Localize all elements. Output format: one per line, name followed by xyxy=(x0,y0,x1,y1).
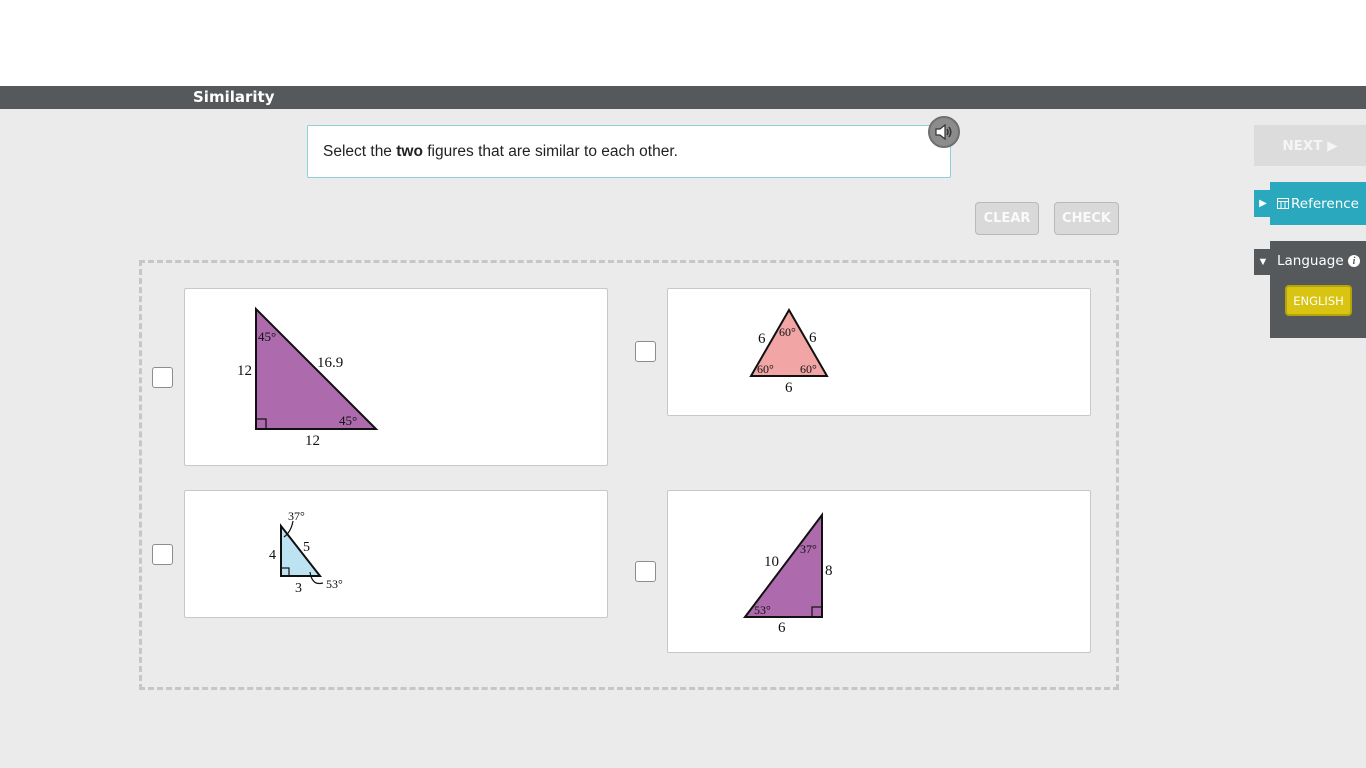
figure-d-angle-top: 37° xyxy=(800,542,817,556)
figure-a-checkbox[interactable] xyxy=(152,367,173,388)
figure-d-side-hyp: 10 xyxy=(764,554,779,570)
figure-a-side-left: 12 xyxy=(237,363,252,379)
figure-a-card[interactable]: 45° 45° 12 16.9 12 xyxy=(184,288,608,466)
calculator-icon xyxy=(1277,198,1289,209)
reference-label: Reference xyxy=(1291,195,1359,212)
figure-d-checkbox[interactable] xyxy=(635,561,656,582)
figure-a-angle-top: 45° xyxy=(258,329,276,344)
language-panel: Language i ENGLISH xyxy=(1270,241,1366,338)
question-text: Select the two figures that are similar … xyxy=(323,143,678,161)
play-triangle-icon: ▶ xyxy=(1259,198,1267,209)
audio-button[interactable] xyxy=(928,116,960,148)
title-bar: Similarity xyxy=(0,86,1366,109)
prompt-emphasis: two xyxy=(396,143,423,160)
figure-a-side-hyp: 16.9 xyxy=(317,355,343,371)
figure-b-angle-top: 60° xyxy=(779,325,796,339)
figure-c-checkbox[interactable] xyxy=(152,544,173,565)
triangle-down-icon: ▼ xyxy=(1257,256,1269,268)
figure-b-side-left: 6 xyxy=(758,331,766,347)
figure-c-triangle: 37° 53° 4 5 3 xyxy=(269,509,343,596)
figure-a-side-bottom: 12 xyxy=(305,433,320,449)
speaker-icon xyxy=(935,124,952,140)
figure-c-angle-top: 37° xyxy=(288,509,305,523)
clear-button[interactable]: CLEAR xyxy=(975,202,1039,235)
figure-c-angle-right: 53° xyxy=(326,577,343,591)
figure-c-card[interactable]: 37° 53° 4 5 3 xyxy=(184,490,608,618)
figure-b-angle-left: 60° xyxy=(757,362,774,376)
figure-d-angle-left: 53° xyxy=(754,603,771,617)
prompt-text-end: figures that are similar to each other. xyxy=(422,143,678,160)
figure-d-side-right: 8 xyxy=(825,563,833,579)
figure-d-triangle: 37° 53° 10 8 6 xyxy=(742,512,833,636)
next-button[interactable]: NEXT ▶ xyxy=(1254,125,1366,166)
question-prompt: Select the two figures that are similar … xyxy=(307,125,951,178)
language-label: Language xyxy=(1277,253,1344,269)
figure-d-card[interactable]: 37° 53° 10 8 6 xyxy=(667,490,1091,653)
reference-button[interactable]: Reference xyxy=(1270,182,1366,225)
language-english-button[interactable]: ENGLISH xyxy=(1285,285,1352,316)
figure-a-shape xyxy=(255,306,379,430)
check-button[interactable]: CHECK xyxy=(1054,202,1119,235)
figure-b-side-bottom: 6 xyxy=(785,380,793,396)
info-icon[interactable]: i xyxy=(1348,255,1360,267)
figure-b-card[interactable]: 60° 60° 60° 6 6 6 xyxy=(667,288,1091,416)
figure-c-side-left: 4 xyxy=(269,548,276,563)
top-banner xyxy=(0,0,1366,86)
prompt-text-start: Select the xyxy=(323,143,397,160)
figure-b-side-right: 6 xyxy=(809,330,817,346)
figure-d-shape xyxy=(742,512,823,618)
page-title: Similarity xyxy=(193,88,275,106)
figure-b-triangle: 60° 60° 60° 6 6 6 xyxy=(749,307,829,396)
figure-a-angle-right: 45° xyxy=(339,413,357,428)
figure-b-checkbox[interactable] xyxy=(635,341,656,362)
figure-b-angle-right: 60° xyxy=(800,362,817,376)
figure-c-side-hyp: 5 xyxy=(303,540,310,555)
figure-c-side-bottom: 3 xyxy=(295,581,302,596)
figure-a-triangle: 45° 45° 12 16.9 12 xyxy=(237,306,379,449)
figure-d-side-bottom: 6 xyxy=(778,620,786,636)
